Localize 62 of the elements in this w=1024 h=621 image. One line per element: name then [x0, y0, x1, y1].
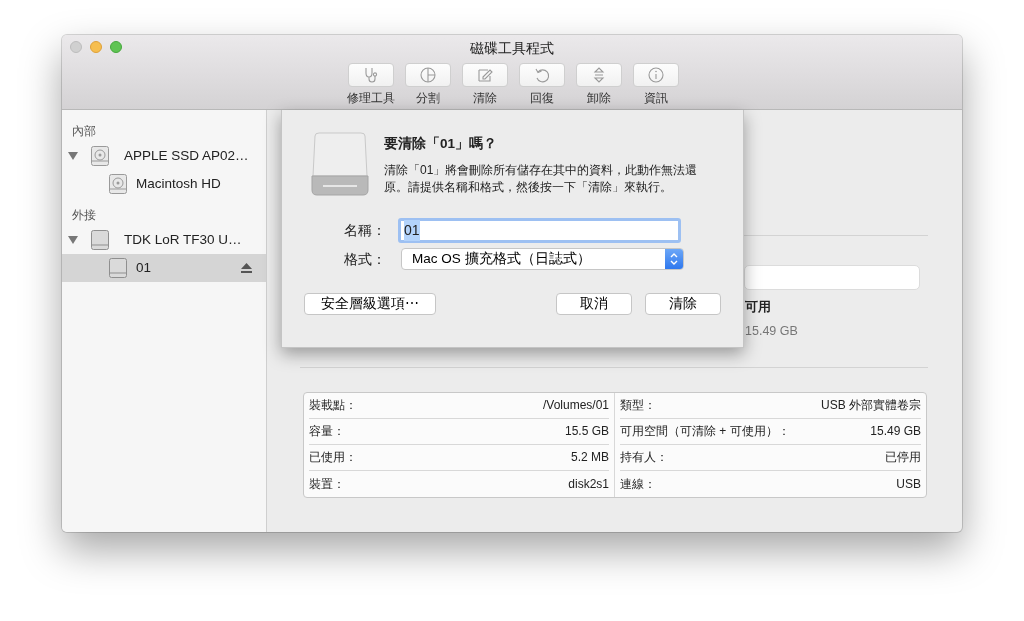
dialog-button[interactable]: 清除 [645, 293, 721, 316]
pie-chart-icon [418, 65, 438, 86]
toolbar-button[interactable] [519, 63, 565, 88]
info-value: 15.49 GB [870, 423, 921, 440]
toolbar-button[interactable] [633, 63, 679, 88]
drive-icon [309, 132, 371, 196]
sidebar-item[interactable]: TDK LoR TF30 U… [62, 226, 266, 254]
info-value: /Volumes/01 [542, 397, 609, 414]
minimize-button[interactable] [90, 41, 102, 53]
disclosure-triangle-icon[interactable] [68, 235, 78, 245]
info-value: 已停用 [885, 449, 921, 466]
info-value: USB [896, 475, 921, 493]
usage-label: 可用 [745, 299, 772, 316]
dialog-button[interactable]: 取消 [556, 293, 632, 316]
info-label: 裝置： [309, 475, 345, 493]
info-label: 連線： [620, 475, 656, 493]
info-value: 5.2 MB [571, 449, 609, 466]
zoom-button[interactable] [110, 41, 122, 53]
format-label: 格式： [344, 249, 387, 269]
stepper-icon [670, 252, 678, 267]
section-heading: 外接 [71, 208, 97, 223]
info-value: disk2s1 [568, 475, 609, 493]
info-value: USB 外部實體卷宗 [821, 397, 921, 414]
drive-icon [90, 229, 110, 251]
info-value: 15.5 GB [564, 423, 609, 440]
item-label: 01 [136, 258, 152, 277]
toolbar-button[interactable] [576, 63, 622, 88]
item-label: TDK LoR TF30 U… [124, 230, 242, 249]
eject-icon[interactable] [241, 263, 252, 274]
toolbar-label: 分割 [416, 90, 440, 108]
sidebar-item[interactable]: 01 [62, 254, 266, 282]
disclosure-triangle-icon[interactable] [68, 151, 78, 161]
section-heading: 內部 [71, 124, 97, 139]
drive-icon [108, 257, 128, 279]
format-popup[interactable]: Mac OS 擴充格式（日誌式） [401, 248, 684, 271]
info-icon [646, 65, 666, 86]
info-label: 持有人： [620, 449, 668, 466]
info-label: 已使用： [309, 449, 357, 466]
info-label: 容量： [309, 423, 345, 440]
toolbar-button[interactable] [347, 63, 394, 88]
sidebar-item[interactable]: APPLE SSD AP02… [62, 142, 266, 170]
toolbar-button[interactable] [405, 63, 451, 88]
close-button[interactable] [70, 41, 82, 53]
item-label: APPLE SSD AP02… [124, 146, 249, 165]
dialog-button[interactable]: 安全層級選項⋯ [304, 293, 436, 316]
sidebar-item[interactable]: Macintosh HD [62, 170, 266, 198]
usage-value: 15.49 GB [745, 322, 799, 340]
toolbar-label: 修理工具 [346, 90, 395, 108]
toolbar-label: 資訊 [644, 90, 668, 108]
toolbar-label: 回復 [530, 90, 554, 108]
dialog-title: 要清除「01」嗎？ [384, 135, 499, 153]
item-label: Macintosh HD [136, 174, 221, 193]
dialog-message: 清除「01」將會刪除所有儲存在其中的資料，此動作無法還原。請提供名稱和格式，然後按一下「清除」來執行。 [384, 162, 699, 197]
toolbar-label: 清除 [473, 90, 497, 108]
info-label: 可用空間（可清除 + 可使用）： [620, 423, 790, 440]
info-label: 類型： [620, 397, 656, 414]
toolbar-label: 卸除 [587, 90, 611, 108]
window-title: 磁碟工具程式 [470, 40, 554, 58]
info-label: 裝載點： [309, 397, 357, 414]
toolbar-button[interactable] [462, 63, 508, 88]
name-label: 名稱： [344, 221, 387, 241]
name-field[interactable]: 01 [398, 218, 681, 244]
